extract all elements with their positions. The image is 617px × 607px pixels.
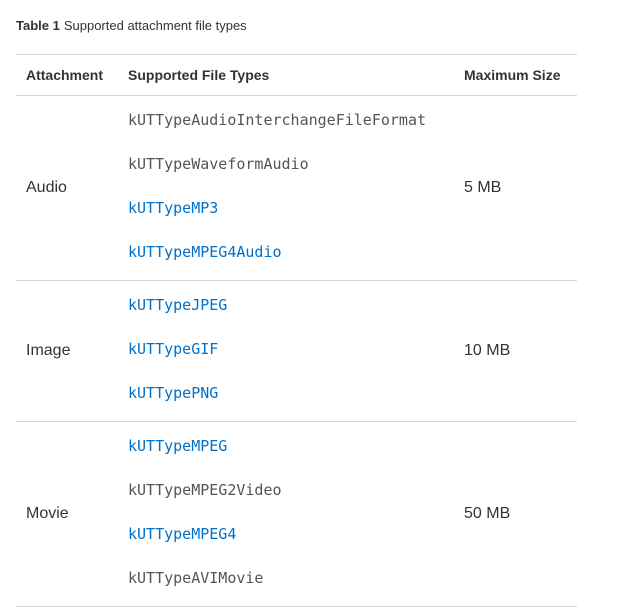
table-header-row: Attachment Supported File Types Maximum … <box>16 54 577 96</box>
types-cell: kUTTypeJPEG kUTTypeGIF kUTTypePNG <box>118 280 456 422</box>
column-header-attachment: Attachment <box>16 54 118 96</box>
attachment-cell: Image <box>16 280 118 422</box>
table-row: Image kUTTypeJPEG kUTTypeGIF kUTTypePNG … <box>16 280 577 422</box>
table-caption-label: Table 1 <box>16 18 60 33</box>
file-type: kUTTypeMPEG2Video <box>128 481 282 499</box>
file-type-link[interactable]: kUTTypeGIF <box>128 327 456 371</box>
attachment-cell: Audio <box>16 95 118 281</box>
file-type: kUTTypeAVIMovie <box>128 569 264 587</box>
file-type-link[interactable]: kUTTypeMPEG <box>128 424 456 468</box>
max-size-cell: 50 MB <box>456 421 577 607</box>
types-cell: kUTTypeMPEG kUTTypeMPEG2Video kUTTypeMPE… <box>118 421 456 607</box>
max-size-cell: 5 MB <box>456 95 577 281</box>
file-type-link[interactable]: kUTTypeMPEG4 <box>128 512 456 556</box>
file-type: kUTTypeWaveformAudio <box>128 155 309 173</box>
file-type: kUTTypeAudioInterchangeFileFormat <box>128 111 427 129</box>
table-caption-text: Supported attachment file types <box>63 18 247 33</box>
types-cell: kUTTypeAudioInterchangeFileFormat kUTTyp… <box>118 95 456 281</box>
attachment-cell: Movie <box>16 421 118 607</box>
file-type-link[interactable]: kUTTypePNG <box>128 371 456 415</box>
file-type-link[interactable]: kUTTypeMPEG4Audio <box>128 230 456 274</box>
table-row: Audio kUTTypeAudioInterchangeFileFormat … <box>16 95 577 281</box>
file-type-link[interactable]: kUTTypeJPEG <box>128 283 456 327</box>
attachment-file-types-table: Attachment Supported File Types Maximum … <box>16 54 577 607</box>
table-caption: Table 1 Supported attachment file types <box>16 18 247 33</box>
file-type-link[interactable]: kUTTypeMP3 <box>128 186 456 230</box>
table-row: Movie kUTTypeMPEG kUTTypeMPEG2Video kUTT… <box>16 421 577 607</box>
column-header-maximum-size: Maximum Size <box>456 54 577 96</box>
column-header-supported-file-types: Supported File Types <box>118 54 456 96</box>
max-size-cell: 10 MB <box>456 280 577 422</box>
